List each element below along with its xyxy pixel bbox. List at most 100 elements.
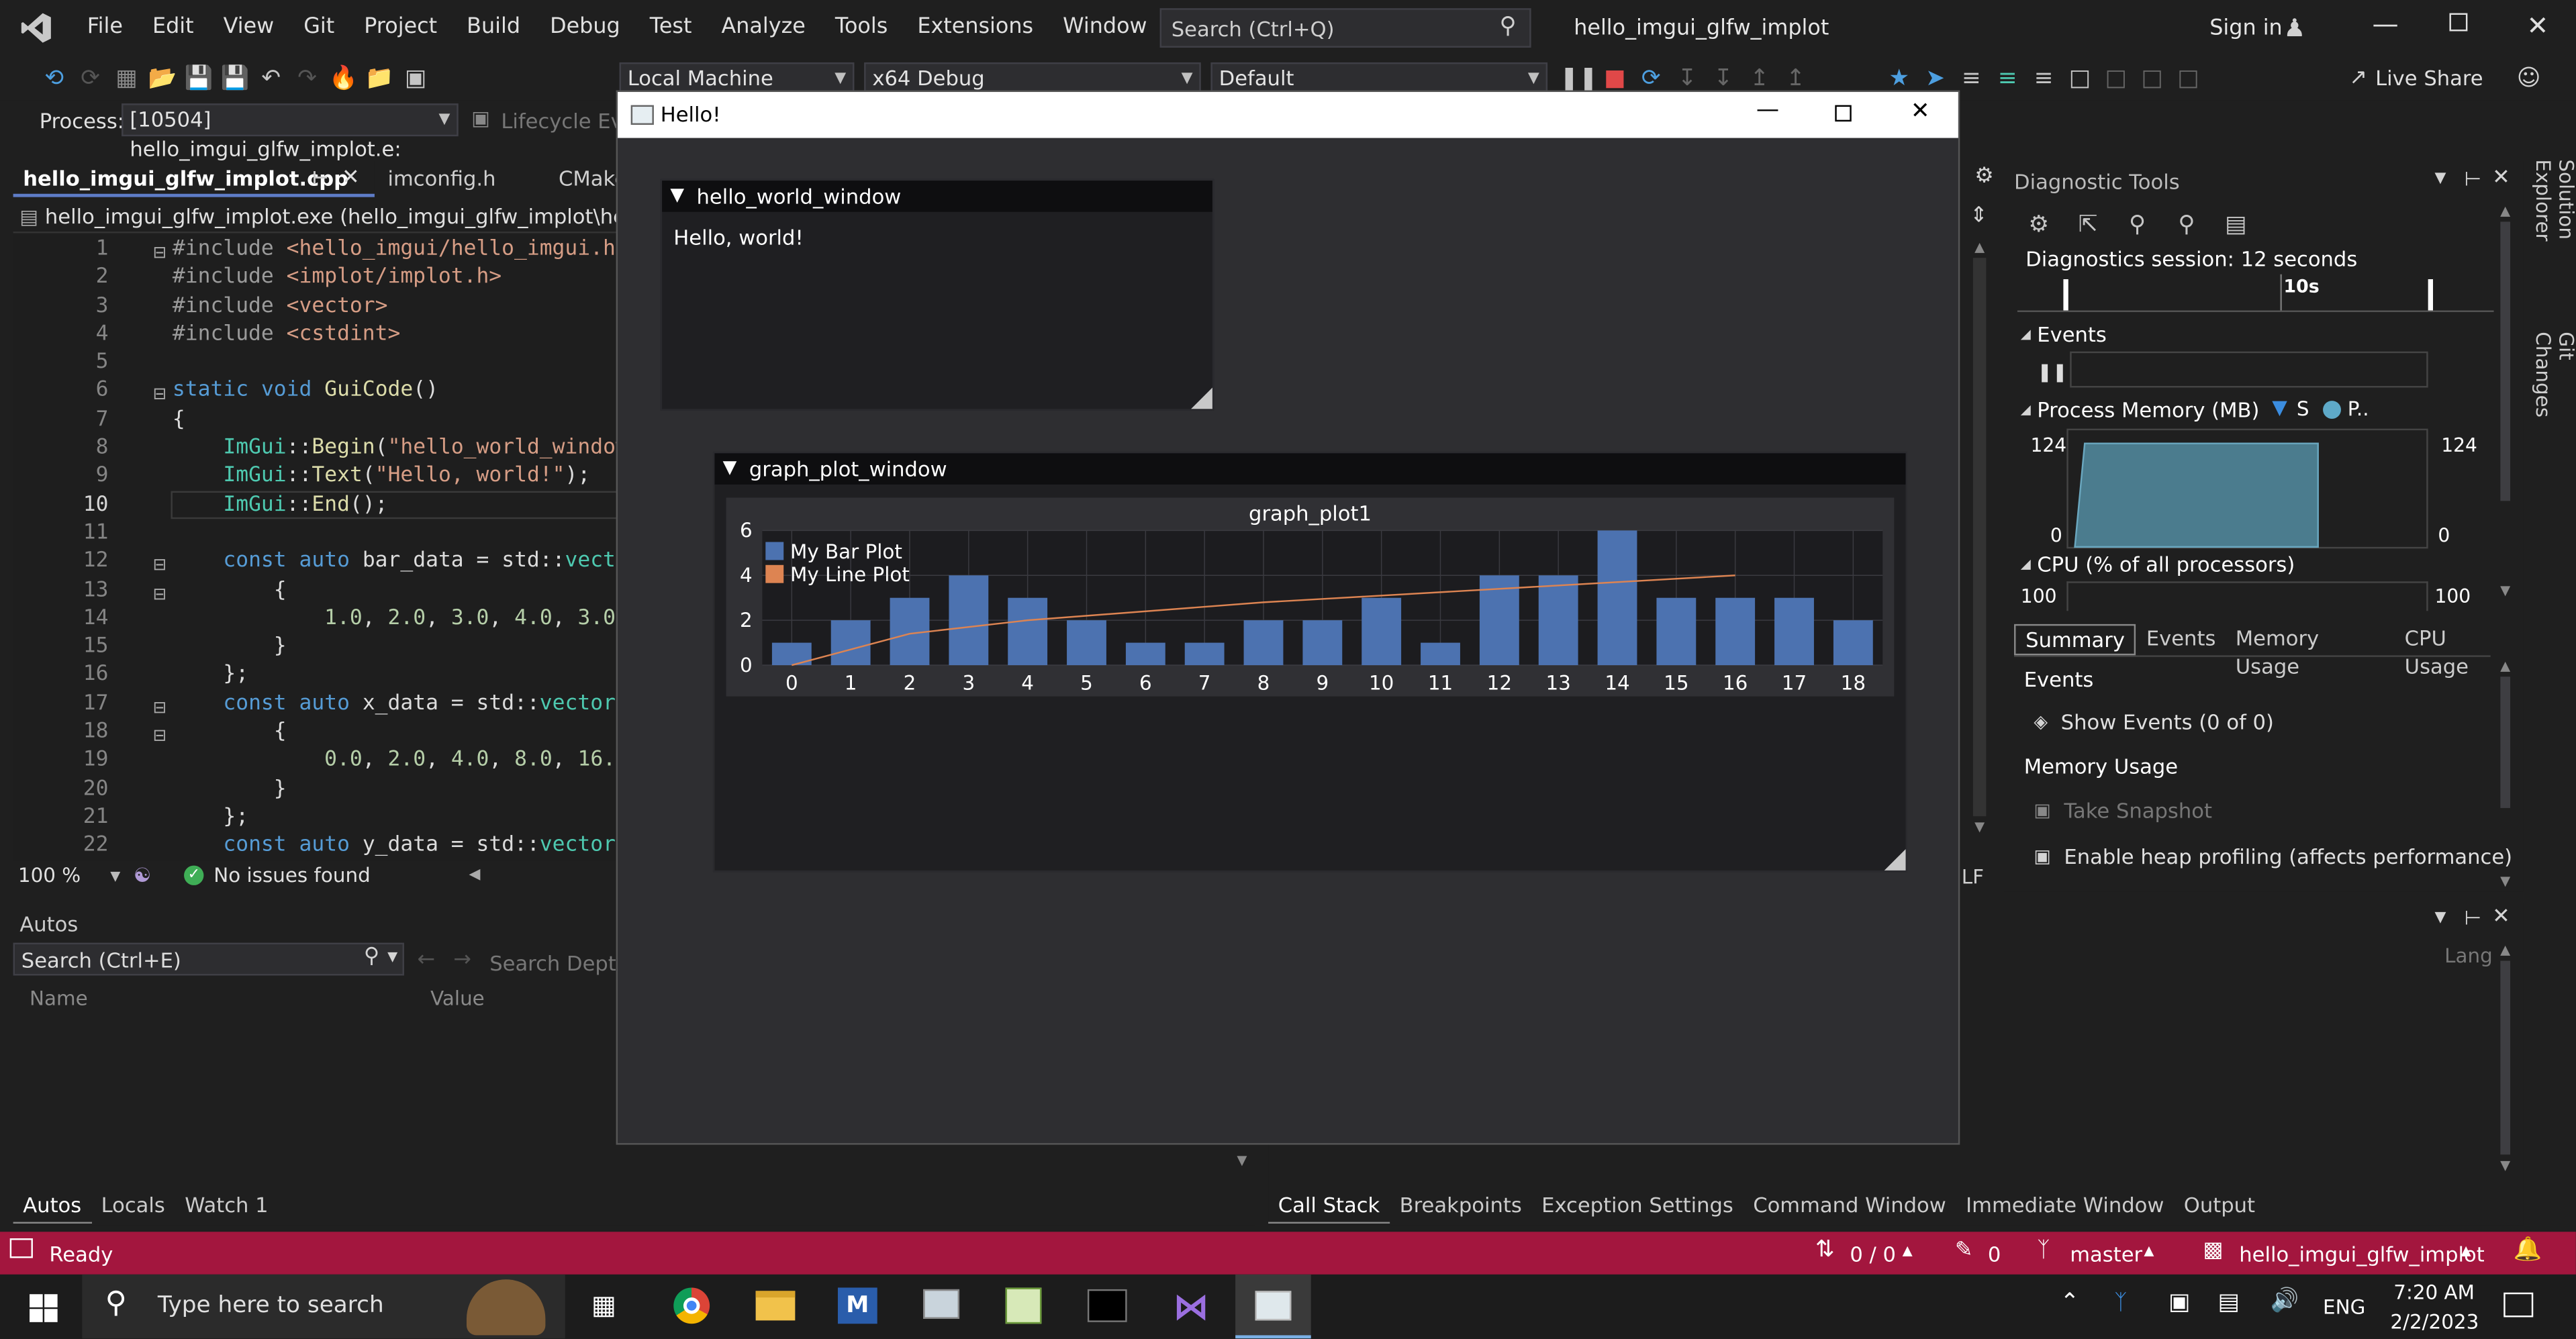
network-icon[interactable]: ▤ — [2217, 1289, 2239, 1316]
clock-date[interactable]: 2/2/2023 — [2390, 1311, 2479, 1334]
bar[interactable] — [1243, 620, 1284, 666]
restore-icon[interactable] — [2449, 13, 2468, 32]
line-ending[interactable]: LF — [1962, 866, 1984, 889]
chevron-up-icon[interactable]: ▲ — [2461, 1243, 2471, 1258]
bar[interactable] — [1774, 597, 1814, 666]
collapse-triangle-icon[interactable]: ▼ — [670, 184, 684, 205]
plot-frame[interactable]: 0 2 4 6 0 1 2 3 4 5 6 7 8 9 10 11 12 13 14 15 16 17 18 graph_pl… — [726, 497, 1895, 697]
scroll-left-icon[interactable]: ◀ — [469, 867, 481, 883]
minimize-icon[interactable]: — — [2372, 8, 2398, 39]
excel-chart-icon[interactable] — [1005, 1287, 1042, 1324]
menu-extensions[interactable]: Extensions — [902, 0, 1048, 56]
lifecycle-label[interactable]: Lifecycle Eve — [501, 109, 635, 134]
close-panel-icon[interactable]: ✕ — [2492, 166, 2510, 191]
tab-hello-imgui-glfw-implot-cpp[interactable]: hello_imgui_glfw_implot.cpp ⊢ ✕ — [13, 160, 375, 197]
back-icon[interactable]: ⟲ — [36, 61, 73, 97]
settings-icon[interactable]: ⚙ — [2021, 207, 2057, 243]
tab-locals[interactable]: Locals — [91, 1187, 175, 1224]
process-combo[interactable]: [10504] hello_imgui_glfw_implot.e: ▼ — [122, 103, 459, 161]
bar[interactable] — [830, 620, 871, 666]
commits-count[interactable]: 0 / 0 — [1850, 1242, 1896, 1267]
diag-tab-events[interactable]: Events — [2136, 624, 2226, 654]
menu-edit[interactable]: Edit — [138, 0, 209, 56]
terminal-icon[interactable] — [1087, 1289, 1127, 1322]
account-icon[interactable]: ♟ — [2283, 13, 2305, 43]
tab-immediate-window[interactable]: Immediate Window — [1956, 1187, 2174, 1224]
device-icon[interactable]: ▣ — [2168, 1289, 2190, 1316]
close-panel-icon[interactable]: ✕ — [2492, 905, 2510, 930]
output-icon[interactable] — [9, 1238, 33, 1258]
bar[interactable] — [1362, 597, 1402, 666]
diag-tab-summary[interactable]: Summary — [2014, 623, 2137, 655]
browse-icon[interactable]: 📁 — [361, 61, 397, 97]
tab-breakpoints[interactable]: Breakpoints — [1390, 1187, 1531, 1224]
imgui-window-titlebar[interactable]: ▼ graph_plot_window — [714, 453, 1906, 485]
bar[interactable] — [1833, 620, 1873, 666]
lifecycle-icon[interactable]: ▣ — [471, 107, 490, 130]
diag-scrollbar[interactable]: ▲ ▼ — [2497, 203, 2513, 604]
tab-call-stack[interactable]: Call Stack — [1268, 1187, 1390, 1224]
live-share-button[interactable]: ↗ Live Share — [2349, 66, 2483, 91]
reset-zoom-icon[interactable]: ▤ — [2217, 207, 2254, 243]
redo-icon[interactable]: ↷ — [289, 61, 326, 97]
sync-icon[interactable]: ⇅ — [1815, 1237, 1835, 1263]
active-app-highlight[interactable] — [1235, 1274, 1311, 1339]
export-icon[interactable]: ⇱ — [2070, 207, 2106, 243]
gear-icon[interactable]: ⚙ — [1974, 164, 1994, 189]
bar[interactable] — [1067, 620, 1106, 666]
pin-icon[interactable]: ⊢ — [2465, 168, 2482, 191]
maximize-icon[interactable] — [1835, 105, 1852, 122]
search-box[interactable]: Search (Ctrl+Q) ⚲ — [1159, 8, 1531, 48]
collapse-triangle-icon[interactable]: ▼ — [723, 456, 737, 478]
bar[interactable] — [949, 575, 989, 666]
diag-tab-cpu-usage[interactable]: CPU Usage — [2395, 624, 2524, 677]
bar[interactable] — [1715, 597, 1756, 666]
close-icon[interactable]: ✕ — [2526, 10, 2548, 41]
language-indicator[interactable]: ENG — [2323, 1296, 2365, 1319]
menu-file[interactable]: File — [73, 0, 138, 56]
tab-exception-settings[interactable]: Exception Settings — [1531, 1187, 1743, 1224]
pause-events-icon[interactable]: ❚❚ — [2037, 361, 2067, 383]
feedback-icon[interactable]: ☺ — [2517, 66, 2541, 92]
comment-icon[interactable]: ≡ — [1989, 61, 2025, 97]
bluetooth-icon[interactable]: ᛉ — [2114, 1291, 2127, 1316]
save-icon[interactable]: 💾 — [181, 61, 217, 97]
remote-desktop-icon[interactable] — [923, 1289, 960, 1319]
tab-command-window[interactable]: Command Window — [1744, 1187, 1956, 1224]
expander-icon[interactable]: ◢ — [2021, 403, 2031, 417]
close-icon[interactable]: ✕ — [1911, 99, 1930, 125]
bar[interactable] — [1008, 597, 1048, 666]
zoom-in-icon[interactable]: ⚲ — [2119, 207, 2156, 243]
bar[interactable] — [1184, 642, 1225, 666]
copilot-icon[interactable]: ☯ — [134, 864, 151, 887]
language-column-header[interactable]: Lang — [2444, 944, 2493, 967]
bar[interactable] — [1421, 642, 1460, 666]
legend-label[interactable]: My Bar Plot — [790, 540, 902, 563]
chevron-up-icon[interactable]: ⌃ — [2060, 1289, 2080, 1316]
chevron-up-icon[interactable]: ▲ — [2144, 1243, 2154, 1258]
file-explorer-icon[interactable] — [755, 1291, 796, 1321]
tab-imconfig-h[interactable]: imconfig.h — [378, 161, 542, 197]
chevron-down-icon[interactable]: ▼ — [110, 868, 120, 883]
menu-view[interactable]: View — [209, 0, 289, 56]
bookmark-icon[interactable]: □ — [2062, 61, 2098, 97]
zoom-level[interactable]: 100 % — [18, 864, 81, 887]
branch-icon[interactable]: ᛉ — [2037, 1238, 2050, 1263]
autos-scrollbar[interactable]: ▼ — [1232, 1153, 1251, 1186]
resize-grip-icon[interactable] — [1191, 387, 1212, 409]
tab-watch-1[interactable]: Watch 1 — [175, 1187, 279, 1224]
autos-search-input[interactable]: Search (Ctrl+E) ⚲ ▼ — [13, 942, 404, 976]
summary-scrollbar[interactable]: ▲ ▼ — [2497, 658, 2513, 889]
resize-grip-icon[interactable] — [1884, 849, 1906, 871]
pin-icon[interactable]: ⊢ — [2465, 907, 2482, 930]
chevron-up-icon[interactable]: ▲ — [1903, 1243, 1913, 1258]
issues-label[interactable]: No issues found — [213, 864, 370, 887]
volume-icon[interactable]: 🔊 — [2271, 1287, 2299, 1313]
bar[interactable] — [1538, 575, 1578, 666]
plot-svg[interactable]: 02460 1 2 3 4 5 6 7 8 9 10 11 12 13 14 15 16 17 18graph_pl… — [726, 497, 1895, 696]
bar[interactable] — [1656, 597, 1697, 666]
notifications-icon[interactable]: 🔔 — [2514, 1237, 2542, 1263]
mathcad-icon[interactable]: M — [837, 1287, 877, 1324]
legend-label[interactable]: My Line Plot — [790, 563, 910, 586]
sign-in-link[interactable]: Sign in — [2209, 16, 2283, 41]
